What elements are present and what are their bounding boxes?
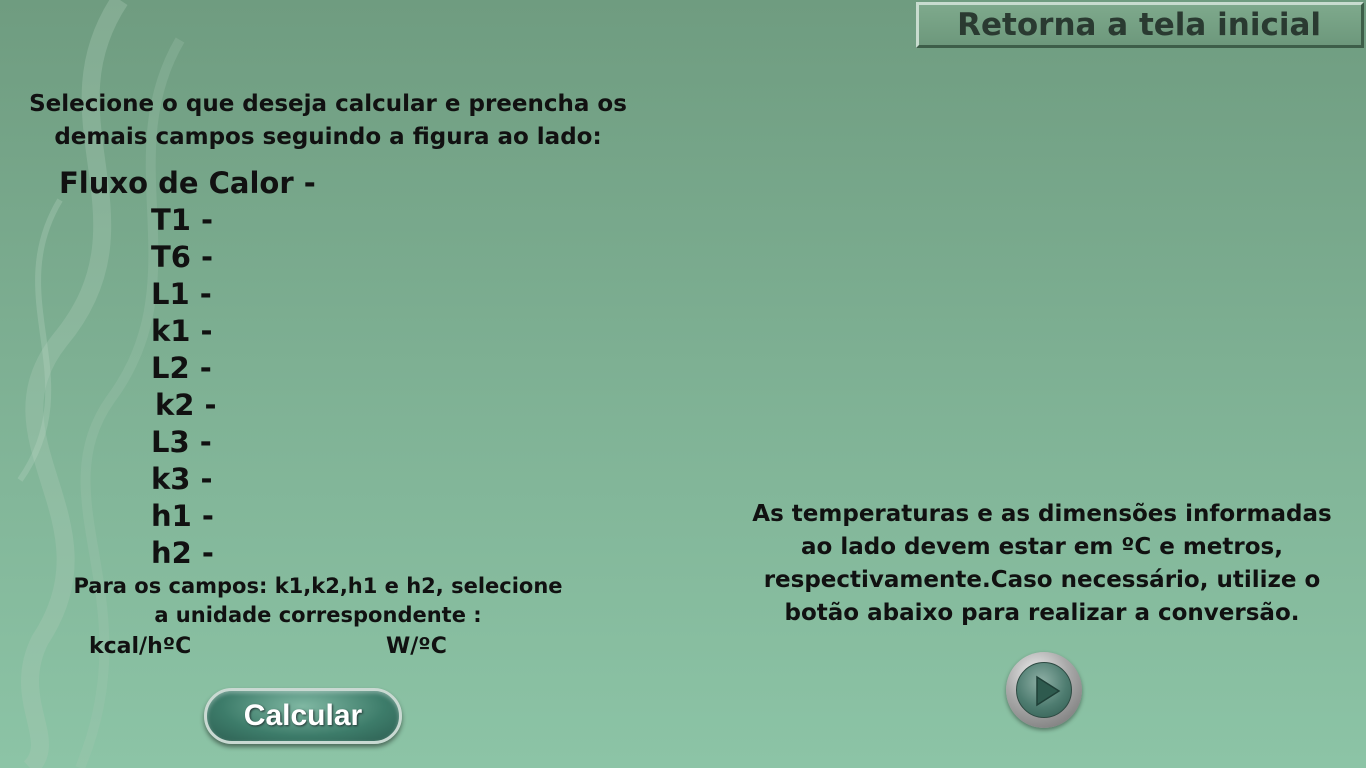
info-line-3: respectivamente.Caso necessário, utilize… (763, 567, 1321, 593)
unit-note-line-1: Para os campos: k1,k2,h1 e h2, selecione (73, 574, 563, 598)
field-label-k2: k2 - (155, 388, 217, 422)
calculate-button[interactable]: Calcular (204, 688, 402, 744)
field-label-l1: L1 - (151, 277, 212, 311)
unit-option-watt[interactable]: W/ºC (386, 634, 447, 659)
conversion-button-face (1016, 662, 1072, 718)
field-label-t6: T6 - (151, 240, 214, 274)
unit-conversion-button[interactable] (1006, 652, 1082, 728)
info-text: As temperaturas e as dimensões informada… (728, 498, 1356, 630)
field-label-l3: L3 - (151, 425, 212, 459)
instruction-line-2: demais campos seguindo a figura ao lado: (54, 124, 602, 150)
instruction-text: Selecione o que deseja calcular e preenc… (10, 88, 646, 154)
info-line-4: botão abaixo para realizar a conversão. (784, 600, 1300, 626)
return-home-button[interactable]: Retorna a tela inicial (916, 2, 1364, 48)
unit-option-kcal[interactable]: kcal/hºC (89, 634, 191, 659)
instruction-line-1: Selecione o que deseja calcular e preenc… (29, 91, 627, 117)
field-label-fluxo-de-calor: Fluxo de Calor - (59, 166, 316, 200)
play-icon (1036, 675, 1061, 707)
return-home-label: Retorna a tela inicial (957, 7, 1321, 43)
field-label-l2: L2 - (151, 351, 212, 385)
field-label-k1: k1 - (151, 314, 213, 348)
unit-note: Para os campos: k1,k2,h1 e h2, selecione… (60, 572, 576, 630)
info-line-1: As temperaturas e as dimensões informada… (752, 501, 1332, 527)
unit-note-line-2: a unidade correspondente : (154, 603, 482, 627)
field-label-t1: T1 - (151, 203, 214, 237)
calculate-label: Calcular (243, 699, 363, 732)
field-label-h1: h1 - (151, 499, 214, 533)
field-label-h2: h2 - (151, 536, 214, 570)
info-line-2: ao lado devem estar em ºC e metros, (801, 534, 1283, 560)
field-label-k3: k3 - (151, 462, 213, 496)
